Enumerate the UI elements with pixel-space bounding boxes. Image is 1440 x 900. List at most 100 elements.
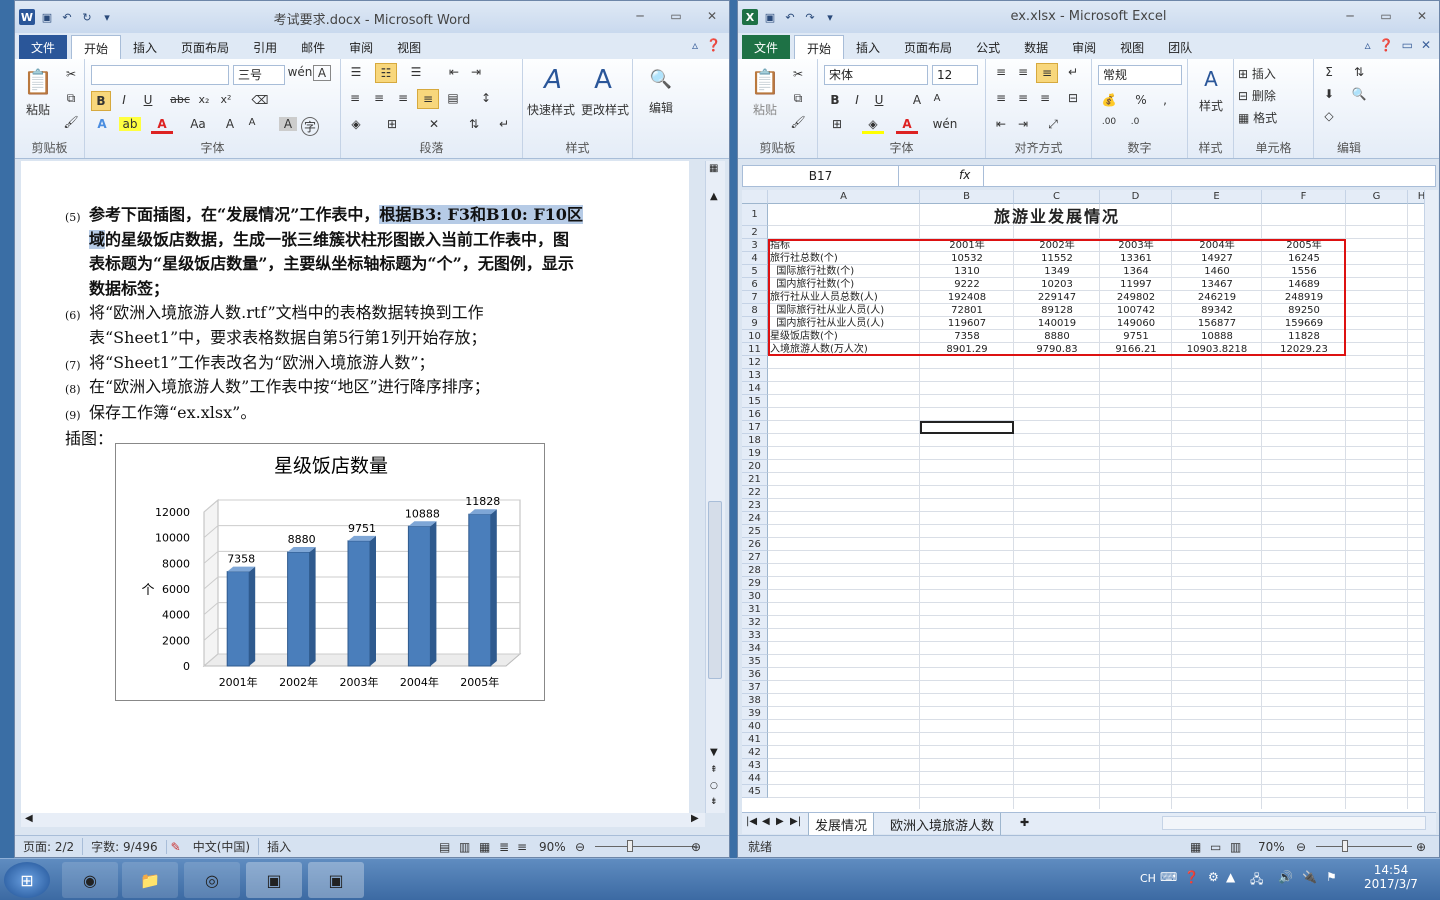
autosum-icon[interactable]: Σ	[1318, 65, 1340, 79]
data-cell[interactable]: 229147	[1016, 291, 1098, 304]
row-header[interactable]: 11	[742, 343, 768, 356]
minimize-button[interactable]: ─	[1337, 7, 1363, 25]
decrease-decimal-icon[interactable]: .0	[1124, 117, 1146, 127]
row-header[interactable]: 30	[742, 590, 768, 603]
chinese-layout-icon[interactable]: ✕	[423, 117, 445, 131]
middle-align-icon[interactable]: ≡	[1014, 65, 1032, 79]
row-header[interactable]: 1	[742, 204, 768, 226]
change-styles-icon[interactable]: A	[581, 63, 625, 97]
font-name-select[interactable]: 宋体	[824, 65, 928, 85]
select-all-corner[interactable]	[742, 190, 768, 204]
row-header[interactable]: 21	[742, 473, 768, 486]
numbering-icon[interactable]: ☷	[375, 63, 397, 83]
taskbar-app-2-icon[interactable]: ▣	[308, 862, 364, 898]
maximize-button[interactable]: ▭	[1373, 7, 1399, 25]
name-box[interactable]: B17	[743, 166, 899, 186]
row-header[interactable]: 2	[742, 226, 768, 239]
active-cell[interactable]	[920, 421, 1014, 434]
sheet-tab-development[interactable]: 发展情况	[808, 813, 875, 837]
data-cell[interactable]: 119607	[922, 317, 1012, 330]
collapse-ribbon-icon[interactable]: ▵	[1365, 38, 1371, 52]
row-label-cell[interactable]: 国际旅行社数(个)	[770, 265, 918, 278]
data-cell[interactable]: 156877	[1174, 317, 1260, 330]
draft-icon[interactable]: ≡	[517, 840, 527, 854]
window-close-icon[interactable]: ✕	[1421, 38, 1431, 52]
tab-mailings[interactable]: 邮件	[289, 35, 337, 59]
word-count[interactable]: 字数: 9/496	[82, 838, 165, 855]
data-cell[interactable]: 249802	[1102, 291, 1170, 304]
row-header[interactable]: 36	[742, 668, 768, 681]
clear-format-icon[interactable]: ⌫	[251, 93, 269, 107]
data-cell[interactable]: 100742	[1102, 304, 1170, 317]
insert-sheet-icon[interactable]: ✚	[1020, 816, 1029, 829]
cut-icon[interactable]: ✂	[790, 67, 806, 81]
number-format-select[interactable]: 常规	[1098, 65, 1182, 85]
undo-icon[interactable]: ↶	[782, 9, 798, 25]
page-break-view-icon[interactable]: ▥	[1230, 840, 1241, 854]
row-header[interactable]: 7	[742, 291, 768, 304]
scroll-right-icon[interactable]: ▶	[691, 813, 699, 824]
change-case-icon[interactable]: Aa	[185, 117, 211, 131]
row-header[interactable]: 14	[742, 382, 768, 395]
proofing-icon[interactable]: ✎	[165, 839, 185, 854]
row-header[interactable]: 28	[742, 564, 768, 577]
row-header[interactable]: 33	[742, 629, 768, 642]
data-cell[interactable]: 149060	[1102, 317, 1170, 330]
borders-icon[interactable]: ⊞	[826, 117, 848, 131]
data-cell[interactable]: 9166.21	[1102, 343, 1170, 356]
strikethrough-button[interactable]: abc	[167, 93, 193, 106]
customize-qa-icon[interactable]: ▾	[99, 9, 115, 25]
tab-page-layout[interactable]: 页面布局	[169, 35, 241, 59]
minimize-button[interactable]: ─	[627, 7, 653, 25]
undo-icon[interactable]: ↶	[59, 9, 75, 25]
input-language[interactable]: CH	[1140, 872, 1156, 885]
save-icon[interactable]: ▣	[39, 9, 55, 25]
font-size-select[interactable]: 三号	[233, 65, 285, 85]
scroll-thumb[interactable]	[708, 501, 722, 679]
data-cell[interactable]: 10532	[922, 252, 1012, 265]
row-label-cell[interactable]: 指标	[770, 239, 918, 252]
formula-input[interactable]	[983, 166, 1435, 186]
row-header[interactable]: 34	[742, 642, 768, 655]
row-label-cell[interactable]: 旅行社从业人员总数(人)	[770, 291, 918, 304]
last-sheet-icon[interactable]: ▶|	[790, 816, 801, 827]
data-cell[interactable]: 11552	[1016, 252, 1098, 265]
chrome-icon[interactable]: ◉	[62, 862, 118, 898]
column-header[interactable]: E	[1172, 190, 1262, 204]
quick-styles-button[interactable]: 快速样式	[523, 101, 579, 118]
grow-font-icon[interactable]: A	[221, 117, 239, 131]
tab-insert[interactable]: 插入	[121, 35, 169, 59]
prev-page-icon[interactable]: ⇞	[710, 765, 718, 775]
increase-indent-icon[interactable]: ⇥	[467, 65, 485, 79]
data-cell[interactable]: 16245	[1264, 252, 1344, 265]
help-icon[interactable]: ❓	[1379, 38, 1394, 52]
redo-icon[interactable]: ↷	[802, 9, 818, 25]
page-count[interactable]: 页面: 2/2	[15, 838, 82, 855]
sort-filter-icon[interactable]: ⇅	[1348, 65, 1370, 79]
increase-indent-icon[interactable]: ⇥	[1014, 117, 1032, 131]
binoculars-icon[interactable]: 🔍	[641, 65, 681, 93]
underline-button[interactable]: U	[139, 93, 157, 107]
data-cell[interactable]: 9790.83	[1016, 343, 1098, 356]
justify-icon[interactable]: ≡	[417, 89, 439, 109]
text-effect-icon[interactable]: A	[91, 117, 113, 131]
font-name-select[interactable]	[91, 65, 229, 85]
align-center-icon[interactable]: ≡	[1014, 91, 1032, 105]
font-color-icon[interactable]: A	[896, 117, 918, 134]
start-button[interactable]: ⊞	[4, 862, 50, 898]
borders-icon[interactable]: ⊞	[381, 117, 403, 131]
row-header[interactable]: 23	[742, 499, 768, 512]
data-cell[interactable]: 2003年	[1102, 239, 1170, 252]
data-cell[interactable]: 2005年	[1264, 239, 1344, 252]
delete-cells-button[interactable]: ⊟ 删除	[1238, 87, 1308, 104]
keyboard-icon[interactable]: ⌨	[1160, 870, 1177, 884]
browse-object-icon[interactable]: ○	[710, 781, 718, 791]
first-sheet-icon[interactable]: |◀	[746, 816, 757, 827]
insert-mode[interactable]: 插入	[258, 838, 299, 855]
recorder-icon[interactable]: ◎	[184, 862, 240, 898]
data-cell[interactable]: 89128	[1016, 304, 1098, 317]
phonetic-icon[interactable]: wén	[933, 117, 958, 131]
fill-icon[interactable]: ⬇	[1318, 87, 1340, 101]
row-header[interactable]: 26	[742, 538, 768, 551]
data-cell[interactable]: 72801	[922, 304, 1012, 317]
